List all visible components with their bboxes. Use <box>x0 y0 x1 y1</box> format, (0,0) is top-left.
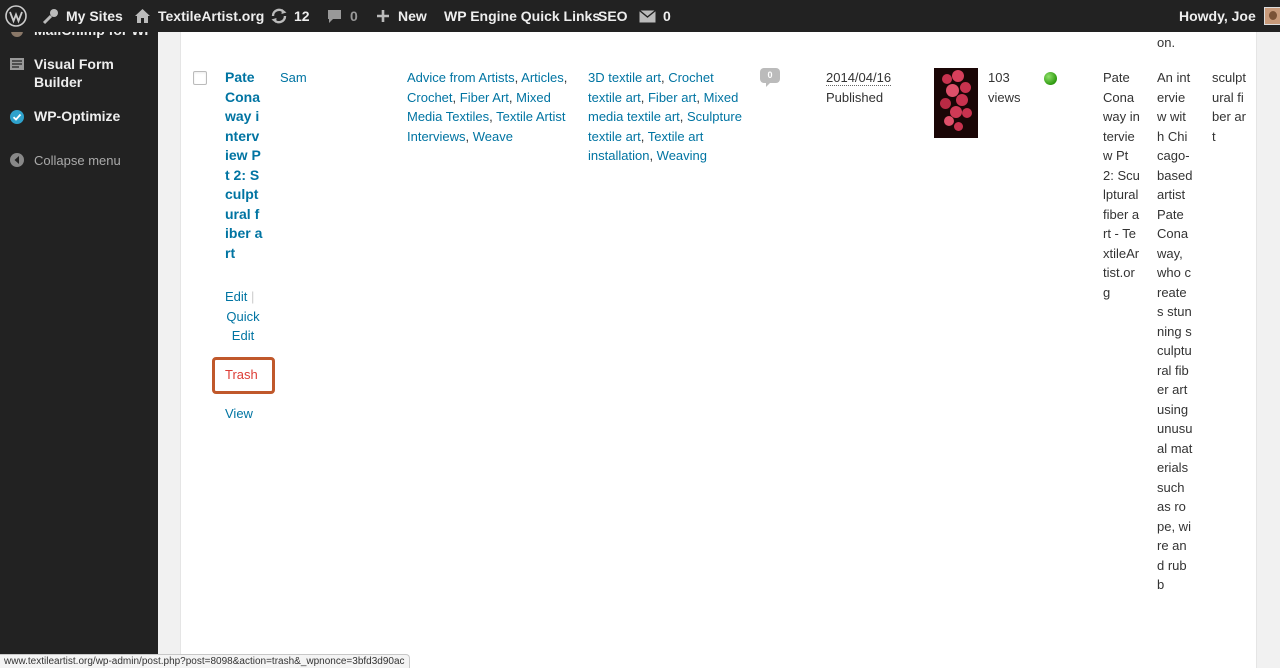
updates-icon <box>270 8 288 24</box>
post-thumbnail <box>934 68 978 138</box>
mail-count: 0 <box>663 8 671 24</box>
separator: | <box>251 289 255 304</box>
row-checkbox[interactable] <box>193 71 207 85</box>
author-cell: Sam <box>280 68 307 88</box>
updates-menu[interactable]: 12 <box>270 0 310 32</box>
home-icon <box>134 8 151 24</box>
collapse-menu-label: Collapse menu <box>34 153 121 168</box>
sidebar-item-wp-optimize[interactable]: WP-Optimize <box>0 107 158 125</box>
seo-menu[interactable]: SEO <box>598 0 628 32</box>
wordpress-logo-icon[interactable] <box>5 0 27 32</box>
tag-link[interactable]: Fiber art <box>648 90 696 105</box>
seo-label: SEO <box>598 8 628 24</box>
avatar <box>1263 7 1280 25</box>
trash-highlight-box <box>212 357 275 394</box>
tag-link[interactable]: Weaving <box>657 148 707 163</box>
author-link[interactable]: Sam <box>280 70 307 85</box>
quick-edit-link[interactable]: Quick Edit <box>226 309 259 344</box>
category-link[interactable]: Weave <box>473 129 513 144</box>
categories-cell: Advice from Artists, Articles, Crochet, … <box>407 70 568 144</box>
browser-status-url: www.textileartist.org/wp-admin/post.php?… <box>0 654 410 668</box>
my-sites-menu[interactable]: My Sites <box>42 0 123 32</box>
sidebar-item-visual-form-builder[interactable]: Visual Form Builder <box>0 55 158 91</box>
check-circle-icon <box>0 107 34 125</box>
post-title-link[interactable]: Pate Conaway interview Pt 2: Sculptural … <box>225 69 262 261</box>
edit-link[interactable]: Edit <box>225 289 247 304</box>
post-status: Published <box>826 89 884 105</box>
views-cell: 103 views <box>988 70 1021 105</box>
comments-menu[interactable]: 0 <box>327 0 358 32</box>
comment-icon <box>327 9 342 24</box>
category-link[interactable]: Articles <box>521 70 564 85</box>
meta-description-cell: An interview with Chicago-based artist P… <box>1157 70 1193 592</box>
plus-icon <box>376 9 390 23</box>
focus-keyword-cell: sculptural fiber art <box>1212 70 1246 144</box>
tag-link[interactable]: 3D textile art <box>588 70 661 85</box>
my-account-menu[interactable]: Howdy, Joe <box>1179 0 1280 32</box>
new-content-menu[interactable]: New <box>376 0 427 32</box>
key-icon <box>42 7 60 25</box>
wpengine-menu[interactable]: WP Engine Quick Links <box>444 0 600 32</box>
howdy-label: Howdy, Joe <box>1179 8 1256 24</box>
comments-count: 0 <box>350 8 358 24</box>
post-title-cell: Pate Conaway interview Pt 2: Sculptural … <box>225 68 263 263</box>
collapse-menu-button[interactable]: Collapse menu <box>0 152 158 170</box>
sidebar-item-label: Visual Form Builder <box>34 56 114 90</box>
site-name-label: TextileArtist.org <box>158 8 265 24</box>
form-icon <box>0 55 34 71</box>
category-link[interactable]: Fiber Art <box>460 90 509 105</box>
site-name-menu[interactable]: TextileArtist.org <box>134 0 264 32</box>
seo-title-cell: Pate Conaway interview Pt 2: Sculptural … <box>1103 70 1140 300</box>
new-label: New <box>398 8 427 24</box>
row-actions: Edit | Quick Edit Trash View <box>225 287 273 424</box>
category-link[interactable]: Advice from Artists <box>407 70 515 85</box>
my-sites-label: My Sites <box>66 8 123 24</box>
category-link[interactable]: Crochet <box>407 90 453 105</box>
mail-menu[interactable]: 0 <box>639 0 671 32</box>
updates-count: 12 <box>294 8 310 24</box>
sidebar-item-label: WP-Optimize <box>34 108 121 124</box>
admin-bar: My Sites TextileArtist.org 12 0 New WP E… <box>0 0 1280 32</box>
comment-count-badge[interactable]: 0 <box>760 68 780 87</box>
date-cell: 2014/04/16 Published <box>826 68 892 107</box>
seo-status-dot-icon <box>1044 72 1057 85</box>
mail-icon <box>639 9 656 23</box>
wpengine-label: WP Engine Quick Links <box>444 8 601 24</box>
collapse-arrow-icon <box>0 152 34 168</box>
post-date: 2014/04/16 <box>826 70 892 86</box>
admin-sidebar: MailChimp for WP Visual Form Builder WP-… <box>0 22 158 668</box>
view-link[interactable]: View <box>225 406 253 421</box>
tags-cell: 3D textile art, Crochet textile art, Fib… <box>588 70 742 163</box>
previous-row-meta-tail: on. <box>1157 35 1176 50</box>
